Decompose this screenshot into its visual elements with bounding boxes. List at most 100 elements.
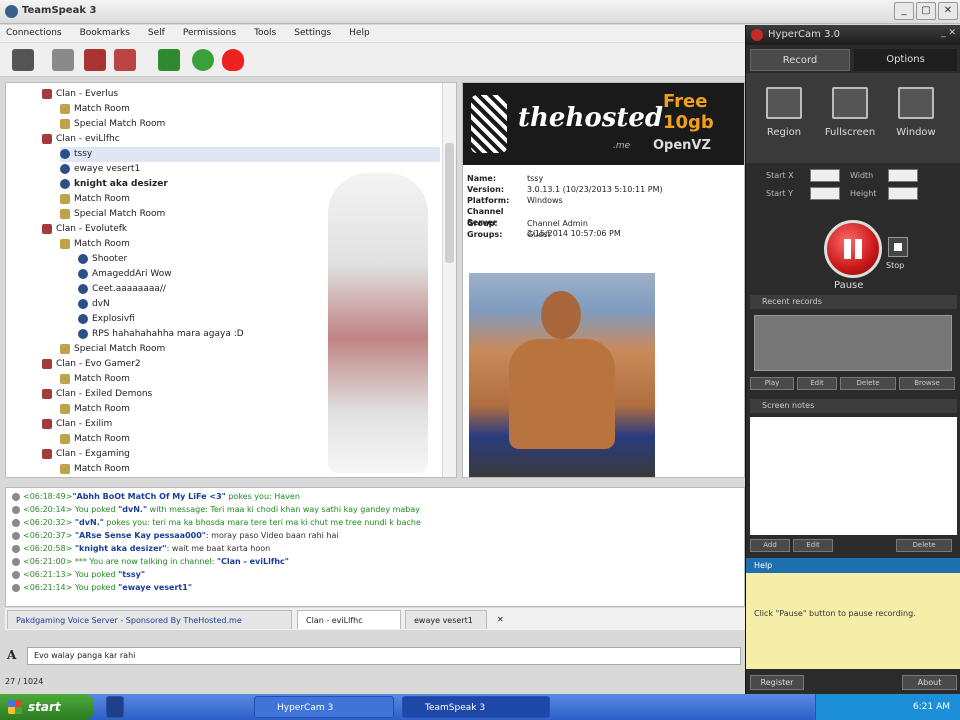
tree-item[interactable]: Clan - eviLlfhc [42,132,120,147]
browse-button[interactable]: Browse [899,377,955,390]
chat-input[interactable]: Evo walay panga kar rahi [27,647,741,665]
task-teamspeak[interactable]: TeamSpeak 3 [402,696,550,718]
tree-item[interactable]: Clan - Evo Gamer2 [42,357,141,372]
tab-private[interactable]: ewaye vesert1 [405,610,487,629]
tree-item[interactable]: Explosivfi [78,312,135,327]
pause-button[interactable] [824,220,882,278]
tree-item[interactable]: Shooter [78,252,127,267]
tree-item[interactable]: ewaye vesert1 [60,162,140,177]
recent-records-header[interactable]: Recent records [750,295,957,309]
tree-item[interactable]: Clan - Exilim [42,417,112,432]
close-button[interactable]: ✕ [938,2,958,20]
menu-self[interactable]: Self [148,25,165,42]
tree-item[interactable]: RPS hahahahahha mara agaya :D [78,327,244,342]
text-format-icon[interactable]: A [7,648,16,662]
client-info-panel: thehosted Free 10gb OpenVZ .me Name: tssy… [462,82,745,478]
message-nick[interactable]: "knight aka desizer" [75,544,167,553]
screen-notes-header[interactable]: Screen notes [750,399,957,413]
start-x-field[interactable] [810,169,840,182]
tree-item[interactable]: Match Room [60,102,130,117]
tree-item[interactable]: Match Room [60,462,130,477]
tab-options[interactable]: Options [854,49,957,71]
hypercam-tabs: Record Options [746,49,960,71]
message-nick[interactable]: "tssy" [118,570,145,579]
disconnect-icon[interactable] [52,49,74,71]
task-hypercam[interactable]: HyperCam 3 [254,696,394,718]
menu-permissions[interactable]: Permissions [183,25,236,42]
quicklaunch-icon[interactable] [106,696,124,718]
tree-item[interactable]: Special Match Room [60,207,165,222]
tree-item[interactable]: Clan - Exgaming [42,447,130,462]
tab-record[interactable]: Record [750,49,850,71]
edit-note-button[interactable]: Edit [793,539,833,552]
menu-connections[interactable]: Connections [6,25,62,42]
mode-window[interactable]: Window [886,83,946,138]
delete-record-button[interactable]: Delete [840,377,896,390]
message-nick[interactable]: "dvN." [118,505,147,514]
tree-item[interactable]: tssy [60,147,440,162]
tree-item[interactable]: Special Match Room [60,117,165,132]
tree-item[interactable]: Match Room [60,372,130,387]
tree-item[interactable]: Clan - Exiled Demons [42,387,152,402]
message-nick[interactable]: "ewaye vesert1" [118,583,192,592]
tree-item[interactable]: Ceet.aaaaaaaa// [78,282,166,297]
chat-log[interactable]: <06:18:49>"Abhh BoOt MatCh Of My LiFe <3… [5,487,745,607]
menu-settings[interactable]: Settings [294,25,331,42]
tree-item[interactable]: Clan - Everlus [42,87,118,102]
tree-scrollbar[interactable] [442,83,456,477]
play-button[interactable]: Play [750,377,794,390]
menu-tools[interactable]: Tools [254,25,276,42]
tree-item[interactable]: AmageddAri Wow [78,267,172,282]
tree-item[interactable]: Special Match Room [60,342,165,357]
tree-item[interactable]: Clan - Evolutefk [42,222,127,237]
hypercam-controls[interactable]: _ ✕ [941,28,956,38]
tree-item[interactable]: dvN [78,297,110,312]
message-nick[interactable]: "Clan - eviLlfhc" [217,557,289,566]
menu-help[interactable]: Help [349,25,370,42]
tree-item[interactable]: Match Room [60,432,130,447]
start-y-field[interactable] [810,187,840,200]
channel-icon [42,418,52,429]
chat-message: <06:21:14> You poked "ewaye vesert1" [12,582,192,594]
maximize-button[interactable]: ▢ [916,2,936,20]
tree-item-label: Clan - Everlus [56,89,119,99]
tree-item[interactable]: knight aka desizer [60,177,168,192]
minimize-button[interactable]: _ [894,2,914,20]
start-button[interactable]: start [0,694,94,720]
message-nick[interactable]: "Abhh BoOt MatCh Of My LiFe <3" [72,492,225,501]
mode-fullscreen[interactable]: Fullscreen [820,83,880,138]
width-label: Width [850,171,874,180]
mute-speakers-icon[interactable] [114,49,136,71]
server-banner[interactable]: thehosted Free 10gb OpenVZ .me [463,83,744,165]
edit-record-button[interactable]: Edit [797,377,837,390]
clock[interactable]: 6:21 AM [913,702,950,712]
recent-records-list[interactable] [754,315,952,371]
mode-region[interactable]: Region [754,83,814,138]
tab-server[interactable]: Pakdgaming Voice Server - Sponsored By T… [7,610,292,629]
message-nick[interactable]: "dvN." [75,518,104,527]
stop-button[interactable] [888,237,908,257]
width-field[interactable] [888,169,918,182]
tree-item[interactable]: Match Room [60,237,130,252]
height-field[interactable] [888,187,918,200]
tab-channel[interactable]: Clan - eviLlfhc [297,610,401,629]
tree-item[interactable]: Match Room [60,192,130,207]
register-button[interactable]: Register [750,675,804,690]
message-nick[interactable]: "ARse Sense Kay pessaa000" [75,531,206,540]
message-bullet-icon [12,557,20,566]
channel-tree[interactable]: Clan - Everlus Match Room Special Match Ro… [5,82,457,478]
menu-bookmarks[interactable]: Bookmarks [80,25,130,42]
about-button[interactable]: About [902,675,957,690]
contacts-icon[interactable] [192,49,214,71]
add-note-button[interactable]: Add [750,539,790,552]
addons-icon[interactable] [222,49,244,71]
mode-region-label: Region [766,127,802,138]
tree-item[interactable]: Match Room [60,402,130,417]
scroll-thumb[interactable] [445,143,454,263]
away-icon[interactable] [84,49,106,71]
connect-icon[interactable] [12,49,34,71]
delete-note-button[interactable]: Delete [896,539,952,552]
subscribe-icon[interactable] [158,49,180,71]
close-tab-icon[interactable]: ✕ [489,610,513,629]
screen-notes-area[interactable] [750,417,957,535]
